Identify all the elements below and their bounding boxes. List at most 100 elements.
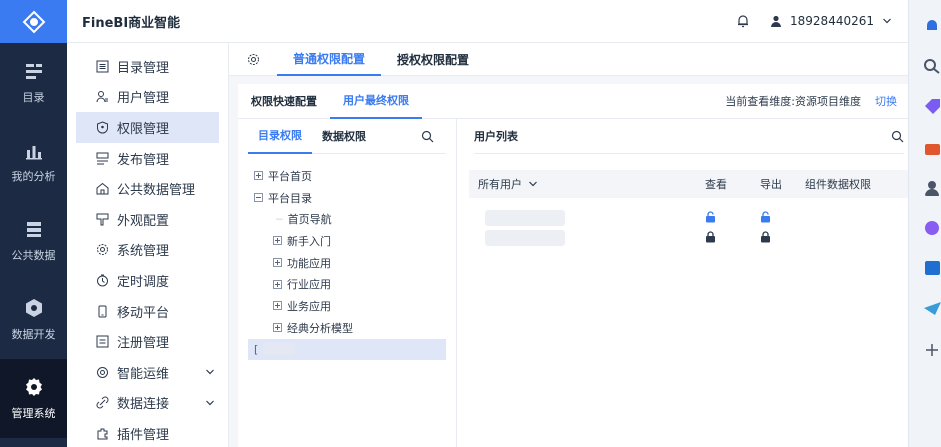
redacted-user: [485, 210, 565, 226]
people-app-icon[interactable]: [923, 180, 941, 196]
menu-item-plugin[interactable]: 插件管理: [76, 418, 219, 447]
link-icon: [96, 396, 109, 409]
rail-label: 数据开发: [11, 327, 56, 341]
rail-label: 公共数据: [11, 248, 56, 262]
rail-item-catalog[interactable]: 目录: [0, 43, 67, 122]
col-component-label: 组件数据权限: [805, 178, 871, 191]
tab-catalog-permission[interactable]: 目录权限: [248, 119, 312, 154]
tree-node[interactable]: 平台首页: [238, 165, 456, 187]
rail-item-admin[interactable]: 管理系统: [0, 359, 67, 438]
menu-item-permission[interactable]: 权限管理: [76, 112, 219, 143]
menu-item-publish[interactable]: 发布管理: [76, 143, 219, 174]
menu-item-mobile[interactable]: 移动平台: [76, 296, 219, 327]
all-users-filter[interactable]: 所有用户: [469, 176, 705, 192]
main-content: 普通权限配置 授权权限配置 权限快速配置 用户最终权限 当前查看维度:资源项目维…: [229, 43, 908, 447]
tree-node-label: 功能应用: [287, 256, 331, 270]
user-menu[interactable]: 18928440261: [770, 14, 892, 28]
search-app-icon[interactable]: [923, 58, 941, 74]
side-app-strip: [908, 0, 941, 447]
gear-icon: [97, 244, 108, 256]
left-rail: 目录 我的分析 公共数据 数据开发 管理系统: [0, 0, 67, 447]
tag-app-icon[interactable]: [923, 98, 941, 114]
user-name: 18928440261: [790, 14, 874, 28]
briefcase-app-icon[interactable]: [923, 140, 941, 156]
appearance-icon: [96, 213, 109, 226]
expand-icon[interactable]: [273, 301, 282, 311]
user-table-header: 所有用户 查看 导出 组件数据权限: [469, 170, 908, 198]
chevron-down-icon[interactable]: [205, 367, 215, 377]
expand-icon[interactable]: [273, 323, 282, 333]
catalog-tree: 平台首页 平台目录 ┈ 首页导航 新手入门 功能应用 行业应用 业务应用 经典分析…: [238, 154, 456, 361]
menu-item-public-data[interactable]: 公共数据管理: [76, 173, 219, 204]
tab-normal-permission[interactable]: 普通权限配置: [277, 43, 382, 76]
resource-tabs: 目录权限 数据权限: [248, 119, 446, 154]
tab-user-final-permission[interactable]: 用户最终权限: [330, 84, 422, 119]
send-app-icon[interactable]: [923, 300, 941, 316]
tree-node[interactable]: 经典分析模型: [238, 317, 456, 339]
app-logo-icon[interactable]: [0, 0, 67, 43]
user-list-header: 用户列表: [474, 119, 904, 154]
rail-item-data-dev[interactable]: 数据开发: [0, 280, 67, 359]
view-dimension-text: 当前查看维度:资源项目维度: [725, 95, 861, 108]
user-icon: [771, 15, 782, 27]
tab-grant-permission[interactable]: 授权权限配置: [381, 43, 485, 76]
rail-item-my-analysis[interactable]: 我的分析: [0, 122, 67, 201]
menu-item-schedule[interactable]: 定时调度: [76, 265, 219, 296]
resource-pane: 目录权限 数据权限 平台首页 平台目录 ┈ 首页导航 新手入门 功能应用 行业应用…: [238, 119, 457, 447]
redacted-user: [485, 230, 565, 246]
lock-icon[interactable]: [760, 230, 771, 243]
chevron-down-icon[interactable]: [205, 398, 215, 408]
tree-node-selected[interactable]: [: [248, 338, 446, 361]
menu-item-ops[interactable]: 智能运维: [76, 357, 219, 388]
tree-node[interactable]: 平台目录: [238, 187, 456, 209]
ops-icon: [97, 366, 108, 378]
table-row: [469, 208, 908, 228]
add-app-icon[interactable]: [923, 342, 941, 358]
tab-data-permission[interactable]: 数据权限: [312, 119, 376, 154]
menu-item-catalog[interactable]: 目录管理: [76, 51, 219, 82]
tree-node-label: 平台目录: [268, 191, 312, 205]
menu-label: 公共数据管理: [117, 183, 196, 199]
rail-label: 管理系统: [11, 406, 56, 420]
menu-item-connection[interactable]: 数据连接: [76, 388, 219, 419]
tree-node-label: 首页导航: [287, 213, 332, 227]
collapse-icon[interactable]: [254, 193, 263, 203]
copilot-app-icon[interactable]: [923, 220, 941, 236]
lock-icon[interactable]: [705, 230, 716, 243]
menu-item-system[interactable]: 系统管理: [76, 235, 219, 266]
search-icon[interactable]: [891, 130, 904, 143]
outlook-app-icon[interactable]: [923, 260, 941, 276]
rail-label: 我的分析: [11, 169, 56, 183]
tree-node[interactable]: ┈ 首页导航: [238, 208, 456, 230]
menu-label: 注册管理: [117, 336, 170, 352]
rail-item-public-data[interactable]: 公共数据: [0, 201, 67, 280]
tab-quick-config[interactable]: 权限快速配置: [238, 84, 330, 119]
public-data-icon: [26, 221, 41, 237]
tree-node[interactable]: 业务应用: [238, 295, 456, 317]
menu-item-register[interactable]: 注册管理: [76, 326, 219, 357]
chevron-down-icon: [529, 181, 537, 187]
tree-node-label: 平台首页: [268, 169, 312, 183]
expand-icon[interactable]: [273, 236, 282, 246]
bell-app-icon[interactable]: [923, 18, 941, 34]
settings-tab[interactable]: [229, 53, 277, 66]
tree-node[interactable]: 功能应用: [238, 252, 456, 274]
menu-item-appearance[interactable]: 外观配置: [76, 204, 219, 235]
expand-icon[interactable]: [273, 258, 282, 268]
permission-panel: 权限快速配置 用户最终权限 当前查看维度:资源项目维度 切换 目录权限 数据权限…: [238, 84, 908, 447]
tree-node[interactable]: 行业应用: [238, 273, 456, 295]
table-row: [469, 228, 908, 248]
unlock-icon[interactable]: [705, 210, 716, 223]
switch-link[interactable]: 切换: [875, 93, 897, 109]
tree-node[interactable]: 新手入门: [238, 230, 456, 252]
tree-node-label: 经典分析模型: [287, 321, 353, 335]
expand-icon[interactable]: [273, 279, 282, 289]
shield-icon: [97, 121, 108, 134]
expand-icon[interactable]: [254, 171, 263, 181]
search-icon[interactable]: [421, 130, 434, 143]
col-export-label: 导出: [760, 178, 782, 191]
unlock-icon[interactable]: [760, 210, 771, 223]
permission-tabs: 普通权限配置 授权权限配置: [229, 43, 908, 76]
menu-item-user[interactable]: 用户管理: [76, 82, 219, 113]
bell-icon[interactable]: [736, 14, 750, 28]
